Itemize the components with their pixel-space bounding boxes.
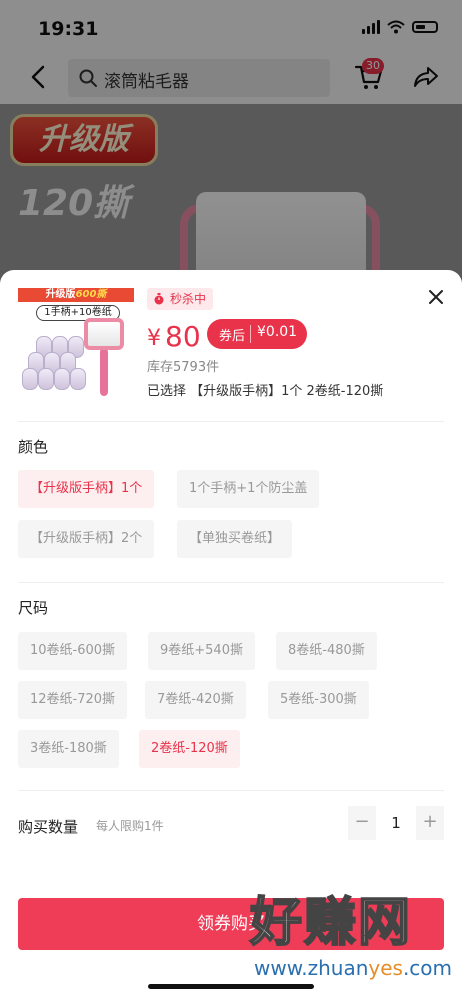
quantity-limit-note: 每人限购1件 [96, 819, 164, 833]
watermark-url-suffix: .com [402, 956, 453, 980]
thumbnail-tag-prefix: 升级版 [45, 289, 76, 300]
sku-selector-sheet: 升级版600撕 1手柄+10卷纸 秒杀中 ¥ 80 券后 ¥0.01 库存579… [0, 270, 462, 1000]
close-icon[interactable] [426, 287, 446, 307]
price-currency: ¥ [147, 326, 161, 351]
flash-sale-label: 秒杀中 [170, 292, 207, 306]
watermark-main: 好赚网 [249, 892, 413, 954]
color-option[interactable]: 【单独买卷纸】 [177, 520, 293, 558]
divider [18, 582, 444, 583]
price-value: 80 [165, 320, 201, 353]
roll-refills-image [22, 336, 88, 392]
size-option[interactable]: 10卷纸-600撕 [18, 632, 128, 670]
color-option[interactable]: 【升级版手柄】1个 [18, 470, 155, 508]
size-option[interactable]: 5卷纸-300撕 [268, 681, 369, 719]
stopwatch-icon [154, 293, 164, 305]
thumbnail-tag: 升级版600撕 [18, 288, 134, 302]
dim-overlay[interactable] [0, 0, 462, 300]
watermark-url-highlight: yes [368, 956, 403, 980]
flash-sale-badge: 秒杀中 [147, 288, 213, 310]
selected-summary: 已选择 【升级版手柄】1个 2卷纸-120撕 [147, 384, 384, 399]
size-option[interactable]: 3卷纸-180撕 [18, 730, 119, 768]
size-option[interactable]: 8卷纸-480撕 [276, 632, 377, 670]
size-option[interactable]: 7卷纸-420撕 [145, 681, 246, 719]
coupon-price-badge: 券后 ¥0.01 [207, 319, 307, 349]
color-option[interactable]: 1个手柄+1个防尘盖 [177, 470, 320, 508]
decrement-button[interactable]: − [348, 806, 376, 840]
color-option[interactable]: 【升级版手柄】2个 [18, 520, 155, 558]
home-indicator [148, 984, 314, 989]
watermark: 好赚网 www.zhuanyes.com [249, 880, 462, 1000]
size-option[interactable]: 9卷纸+540撕 [148, 632, 255, 670]
color-section-title: 颜色 [18, 438, 49, 456]
coupon-separator [250, 325, 251, 343]
coupon-label: 券后 [219, 329, 246, 344]
divider [18, 421, 444, 422]
roller-handle-image [100, 348, 108, 396]
increment-button[interactable]: + [416, 806, 444, 840]
quantity-label: 购买数量 [18, 818, 79, 836]
thumbnail-tag-highlight: 600撕 [75, 289, 107, 300]
watermark-url: www.zhuanyes.com [254, 956, 452, 980]
product-thumbnail: 升级版600撕 1手柄+10卷纸 [18, 288, 134, 404]
watermark-url-prefix: www.zhuan [254, 956, 369, 980]
size-option[interactable]: 2卷纸-120撕 [139, 730, 240, 768]
roller-head-image [84, 318, 124, 350]
coupon-amount: ¥0.01 [257, 324, 298, 340]
size-section-title: 尺码 [18, 599, 49, 617]
size-option[interactable]: 12卷纸-720撕 [18, 681, 128, 719]
stock-text: 库存5793件 [147, 360, 220, 375]
quantity-value[interactable]: 1 [384, 806, 408, 840]
quantity-stepper: − 1 + [348, 806, 444, 840]
divider [18, 790, 444, 791]
